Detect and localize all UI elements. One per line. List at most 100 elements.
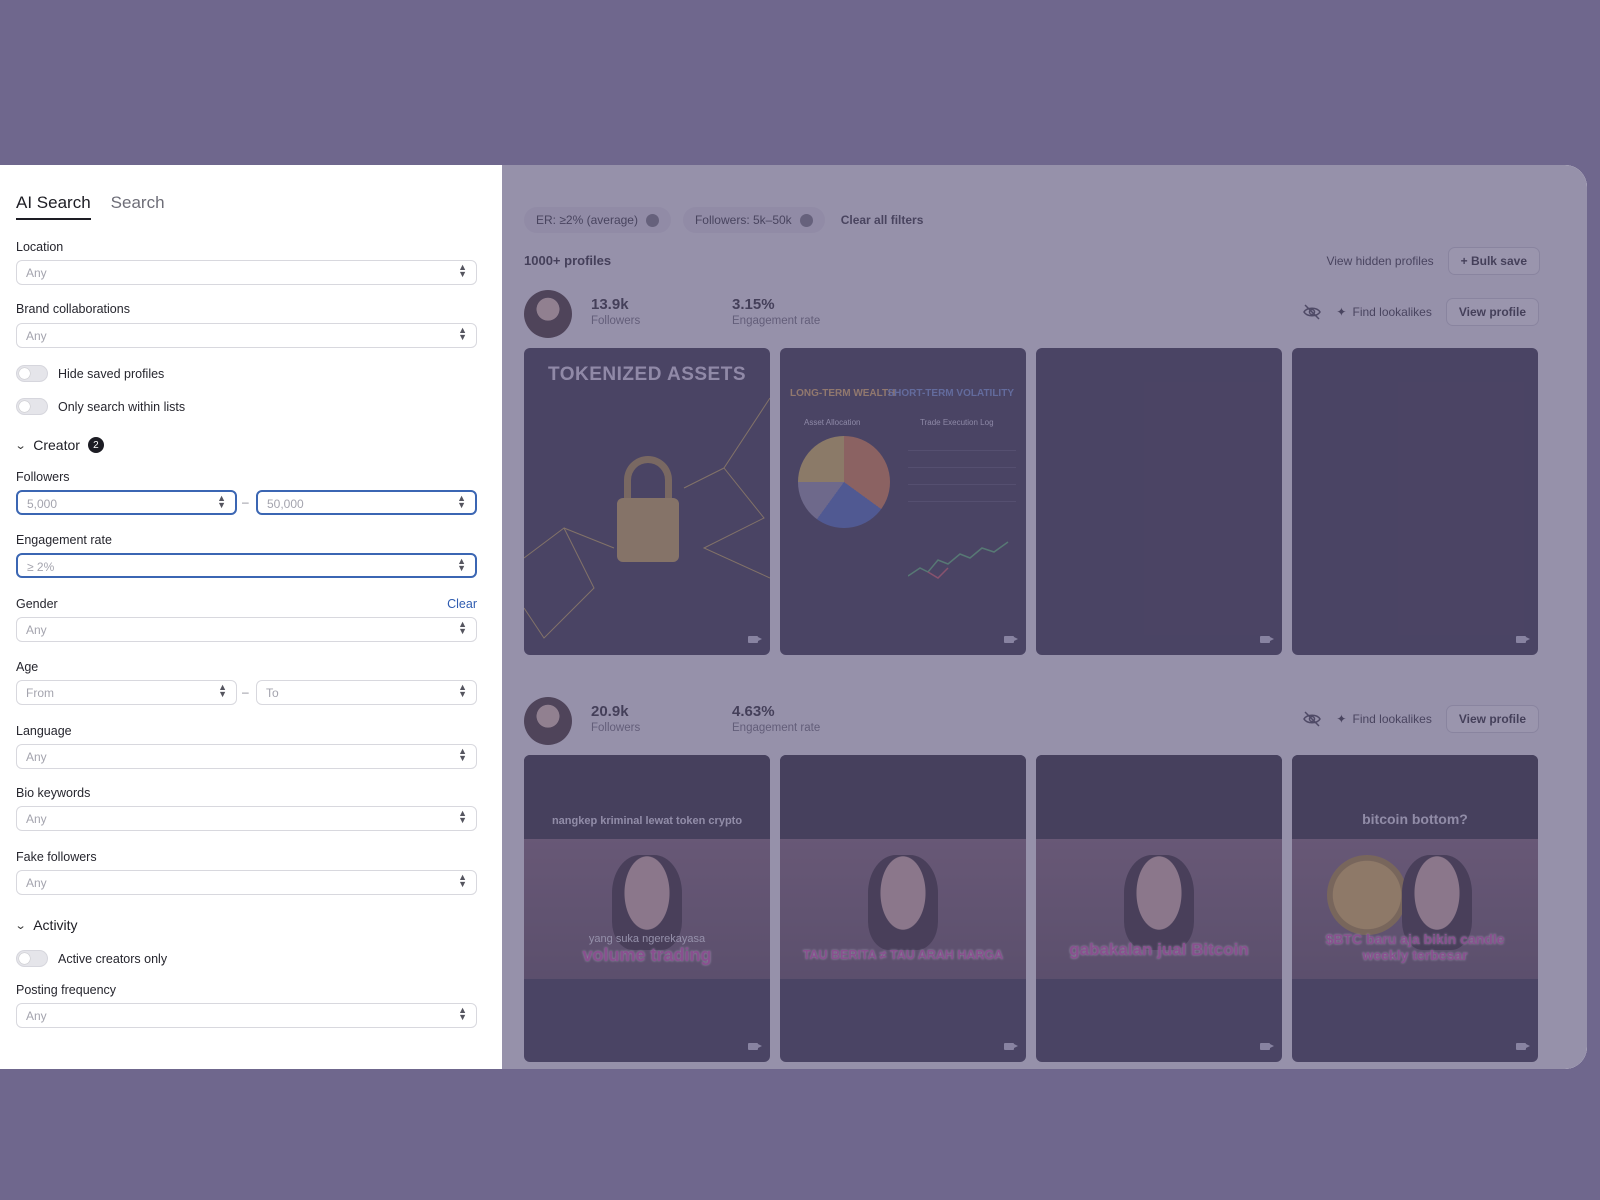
activity-section-toggle[interactable]: ⌄ Activity	[15, 917, 78, 933]
post-subtitle-small: yang suka ngerekayasa	[588, 933, 706, 945]
location-label: Location	[16, 240, 64, 254]
followers-to-input[interactable]: 50,000 ▲ ▼	[256, 490, 477, 515]
post-thumbnail[interactable]: LONG-TERM WEALTH SHORT-TERM VOLATILITY A…	[780, 348, 1026, 655]
age-from-select[interactable]: From ▲ ▼	[16, 680, 237, 705]
creator-section-toggle[interactable]: ⌄ Creator 2	[15, 437, 104, 453]
view-profile-button[interactable]: View profile	[1445, 705, 1539, 733]
hide-profile-icon[interactable]	[1302, 302, 1322, 322]
select-arrows-icon: ▲ ▼	[458, 746, 467, 763]
remove-filter-icon[interactable]	[799, 213, 813, 227]
tab-search[interactable]: Search	[111, 193, 165, 220]
post-subcaption-right: Trade Execution Log	[920, 418, 994, 427]
select-arrows-icon: ▲ ▼	[458, 325, 467, 342]
select-arrows-icon: ▲ ▼	[458, 808, 467, 825]
hide-saved-toggle[interactable]	[16, 365, 48, 382]
video-camera-icon	[1516, 636, 1530, 643]
select-arrows-icon: ▲ ▼	[458, 619, 467, 636]
hide-saved-row: Hide saved profiles	[16, 365, 164, 382]
toggle-knob	[19, 953, 30, 964]
engagement-stat: 3.15% Engagement rate	[732, 296, 820, 327]
post-caption-left: LONG-TERM WEALTH	[790, 388, 896, 399]
posting-frequency-select[interactable]: Any ▲ ▼	[16, 1003, 477, 1028]
post-thumbnail[interactable]: bitcoin bottom? $BTC baru aja bikin cand…	[1292, 755, 1538, 1062]
engagement-stat: 4.63% Engagement rate	[732, 703, 820, 734]
clear-all-filters-link[interactable]: Clear all filters	[841, 213, 924, 227]
followers-from-input[interactable]: 5,000 ▲ ▼	[16, 490, 237, 515]
bio-keywords-select[interactable]: Any ▲ ▼	[16, 806, 477, 831]
post-subcaption-left: Asset Allocation	[804, 418, 861, 427]
fake-followers-select[interactable]: Any ▲ ▼	[16, 870, 477, 895]
bulk-save-button[interactable]: + Bulk save	[1447, 247, 1540, 275]
active-only-toggle[interactable]	[16, 950, 48, 967]
view-profile-button[interactable]: View profile	[1445, 298, 1539, 326]
post-thumbnail[interactable]	[1292, 348, 1538, 655]
fake-followers-value: Any	[26, 876, 47, 890]
avatar[interactable]	[524, 697, 572, 745]
remove-filter-icon[interactable]	[645, 213, 659, 227]
profile-actions: ✦ Find lookalikes View profile	[1302, 705, 1539, 733]
gender-clear-link[interactable]: Clear	[447, 597, 477, 611]
creator-face	[1124, 855, 1194, 950]
hide-profile-icon[interactable]	[1302, 709, 1322, 729]
engagement-rate-select[interactable]: ≥ 2% ▲ ▼	[16, 553, 477, 578]
brand-collab-select[interactable]: Any ▲ ▼	[16, 323, 477, 348]
select-arrows-icon: ▲ ▼	[458, 682, 467, 699]
filter-chip-followers[interactable]: Followers: 5k–50k	[682, 207, 825, 233]
video-camera-icon	[1260, 636, 1274, 643]
post-caption-right: SHORT-TERM VOLATILITY	[887, 388, 1014, 399]
range-separator: –	[242, 685, 249, 699]
avatar[interactable]	[524, 290, 572, 338]
engagement-caption: Engagement rate	[732, 722, 821, 734]
active-filter-chips: ER: ≥2% (average) Followers: 5k–50k Clea…	[524, 207, 923, 233]
gender-value: Any	[26, 623, 47, 637]
hide-saved-label: Hide saved profiles	[58, 366, 165, 381]
toggle-knob	[19, 368, 30, 379]
post-subtitle-big: volume trading	[582, 945, 712, 965]
post-thumbnail[interactable]: nangkep kriminal lewat token crypto yang…	[524, 755, 770, 1062]
post-subtitle-big: TAU BERITA ≠ TAU ARAH HARGA	[802, 948, 1004, 962]
video-camera-icon	[748, 636, 762, 643]
language-select[interactable]: Any ▲ ▼	[16, 744, 477, 769]
select-arrows-icon: ▲ ▼	[218, 682, 227, 699]
followers-stat: 13.9k Followers	[591, 296, 640, 327]
followers-caption: Followers	[591, 315, 641, 327]
select-arrows-icon: ▲ ▼	[458, 262, 467, 279]
stepper-arrows-icon: ▲ ▼	[457, 493, 466, 510]
followers-value: 20.9k	[591, 703, 629, 720]
filter-chip-er[interactable]: ER: ≥2% (average)	[524, 207, 671, 233]
toggle-knob	[19, 401, 30, 412]
gender-select[interactable]: Any ▲ ▼	[16, 617, 477, 642]
bitcoin-coin-graphic	[1327, 855, 1407, 935]
video-camera-icon	[1260, 1043, 1274, 1050]
post-thumbnail[interactable]: TAU BERITA ≠ TAU ARAH HARGA	[780, 755, 1026, 1062]
post-subtitle-big: gabakalan jual Bitcoin	[1069, 940, 1249, 959]
find-lookalikes-button[interactable]: ✦ Find lookalikes	[1336, 305, 1431, 319]
followers-to-value: 50,000	[267, 497, 304, 511]
select-arrows-icon: ▲ ▼	[458, 1005, 467, 1022]
only-lists-row: Only search within lists	[16, 398, 185, 415]
video-camera-icon	[1516, 1043, 1530, 1050]
bio-keywords-value: Any	[26, 812, 47, 826]
video-camera-icon	[748, 1043, 762, 1050]
active-only-label: Active creators only	[58, 951, 168, 966]
profile-header: 13.9k Followers 3.15% Engagement rate ✦	[524, 290, 1539, 340]
language-label: Language	[16, 724, 72, 738]
profile-card: 20.9k Followers 4.63% Engagement rate ✦	[524, 697, 1539, 1062]
results-count: 1000+ profiles	[524, 253, 612, 268]
post-thumbnail[interactable]: gabakalan jual Bitcoin	[1036, 755, 1282, 1062]
find-lookalikes-button[interactable]: ✦ Find lookalikes	[1336, 712, 1431, 726]
filter-sidebar: AI Search Search Location Any ▲ ▼ Brand c…	[0, 165, 502, 1069]
followers-caption: Followers	[591, 722, 641, 734]
age-to-select[interactable]: To ▲ ▼	[256, 680, 477, 705]
tab-ai-search[interactable]: AI Search	[16, 193, 91, 220]
location-select[interactable]: Any ▲ ▼	[16, 260, 477, 285]
view-hidden-profiles-link[interactable]: View hidden profiles	[1326, 254, 1433, 268]
post-thumbnail[interactable]	[1036, 348, 1282, 655]
only-lists-label: Only search within lists	[58, 399, 186, 414]
bio-keywords-label: Bio keywords	[16, 786, 91, 800]
only-lists-toggle[interactable]	[16, 398, 48, 415]
post-thumbnail[interactable]: TOKENIZED ASSETS	[524, 348, 770, 655]
age-to-value: To	[266, 686, 279, 700]
followers-from-value: 5,000	[27, 497, 58, 511]
select-arrows-icon: ▲ ▼	[458, 872, 467, 889]
